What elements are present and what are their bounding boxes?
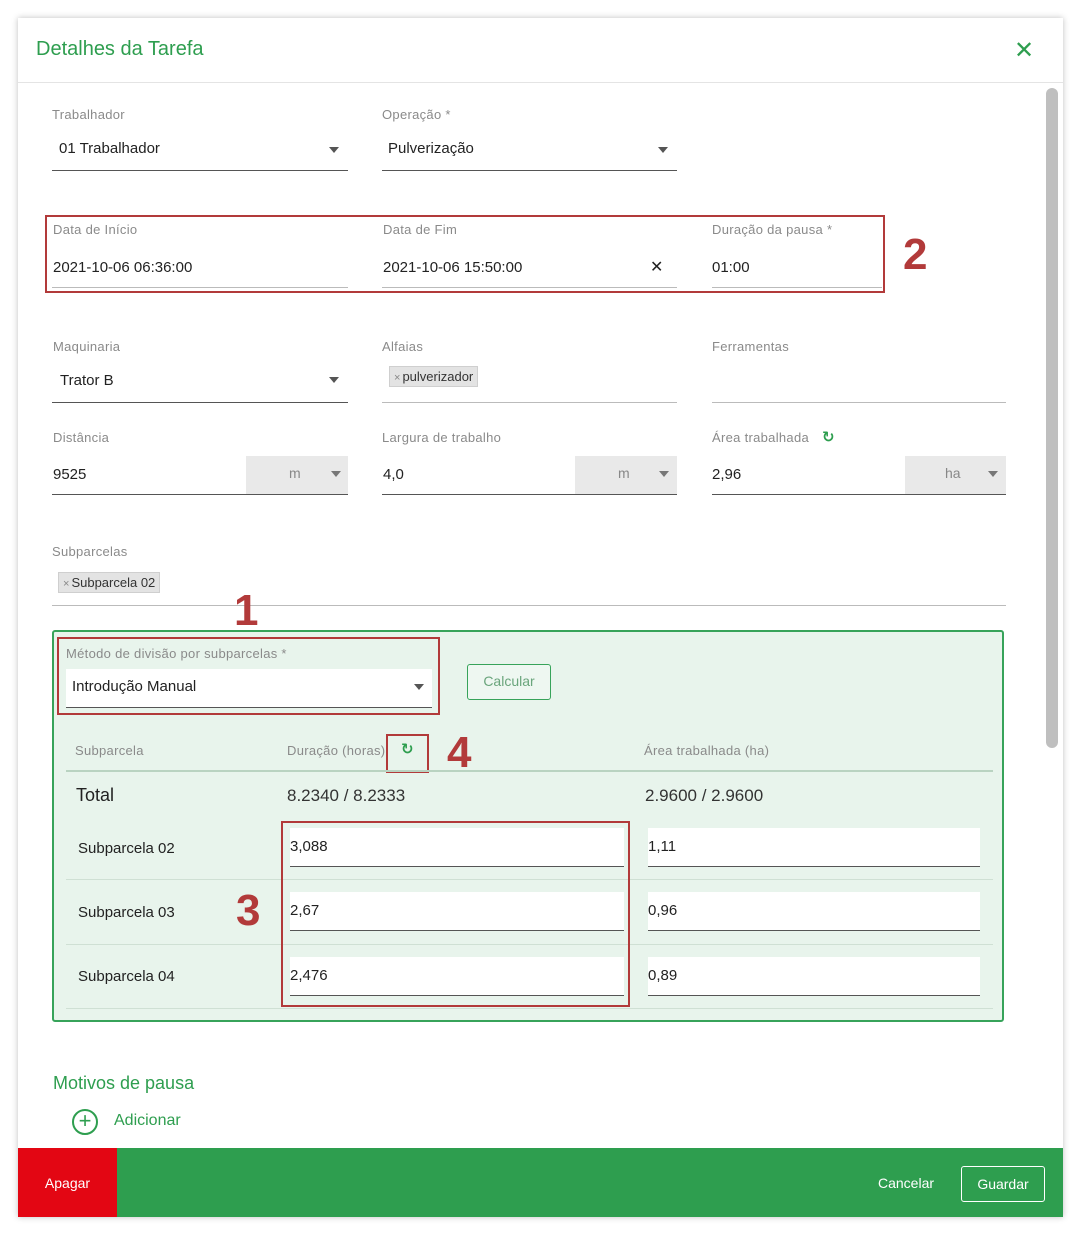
column-header-duration: Duração (horas) (287, 743, 386, 758)
dialog-footer: Apagar Cancelar Guardar (18, 1148, 1063, 1217)
machinery-value: Trator B (60, 372, 114, 389)
column-header-subplot: Subparcela (75, 743, 144, 758)
refresh-area-icon[interactable]: ↻ (822, 428, 835, 446)
subplot-chip[interactable]: × Subparcela 02 (58, 572, 161, 593)
pause-duration-label: Duração da pausa * (712, 222, 833, 237)
cancel-button[interactable]: Cancelar (878, 1175, 934, 1191)
start-date-input[interactable]: 2021-10-06 06:36:00 (53, 259, 192, 276)
work-width-input[interactable]: 4,0 (383, 466, 404, 483)
annotation-number-2: 2 (903, 230, 928, 279)
annotation-box-3 (281, 821, 630, 1007)
table-header-divider (66, 770, 993, 772)
start-date-underline (52, 287, 348, 288)
annotation-number-1: 1 (234, 586, 259, 635)
annotation-number-3: 3 (236, 886, 261, 935)
distance-unit-select[interactable]: m (246, 456, 348, 495)
delete-button[interactable]: Apagar (18, 1148, 117, 1217)
close-icon[interactable]: ✕ (1014, 36, 1034, 65)
end-date-underline (382, 287, 677, 288)
column-header-area: Área trabalhada (ha) (644, 743, 770, 758)
work-width-unit: m (618, 465, 630, 481)
remove-chip-icon[interactable]: × (63, 578, 69, 590)
division-method-label: Método de divisão por subparcelas * (66, 646, 287, 661)
worker-label: Trabalhador (52, 107, 125, 122)
start-date-label: Data de Início (53, 222, 138, 237)
dialog-title: Detalhes da Tarefa (36, 38, 204, 60)
work-width-underline (382, 494, 575, 495)
save-button[interactable]: Guardar (961, 1166, 1045, 1202)
subplot-row-name: Subparcela 03 (78, 904, 175, 921)
work-width-unit-select[interactable]: m (575, 456, 677, 495)
operation-value: Pulverização (388, 140, 474, 157)
subplot-row-name: Subparcela 02 (78, 840, 175, 857)
implement-chip[interactable]: × pulverizador (389, 366, 479, 387)
worked-area-unit-dropdown-icon[interactable] (988, 471, 998, 477)
subplot-area-input[interactable]: 1,11 (648, 828, 980, 867)
work-width-label: Largura de trabalho (382, 430, 502, 445)
total-duration: 8.2340 / 8.2333 (287, 786, 406, 805)
operation-select[interactable] (382, 170, 677, 171)
total-label: Total (76, 785, 115, 805)
implements-label: Alfaias (382, 339, 424, 354)
pause-duration-underline (712, 287, 882, 288)
worked-area-unit-select[interactable]: ha (905, 456, 1006, 495)
implements-underline (382, 402, 677, 403)
annotation-box-4 (386, 734, 429, 773)
subplots-label: Subparcelas (52, 544, 128, 559)
tools-input[interactable] (712, 402, 1006, 403)
subplot-area-value: 0,89 (648, 967, 678, 984)
worker-value: 01 Trabalhador (59, 140, 160, 157)
add-pause-reason-icon[interactable]: + (72, 1109, 98, 1135)
scrollbar[interactable] (1046, 88, 1058, 748)
dialog-header: Detalhes da Tarefa ✕ (18, 18, 1063, 83)
clear-end-date-icon[interactable]: ✕ (650, 257, 663, 277)
division-method-select[interactable]: Introdução Manual (66, 669, 432, 708)
worked-area-input[interactable]: 2,96 (712, 466, 741, 483)
worker-dropdown-icon[interactable] (329, 147, 339, 153)
machinery-dropdown-icon[interactable] (329, 377, 339, 383)
subplot-area-value: 1,11 (648, 838, 677, 855)
machinery-label: Maquinaria (53, 339, 121, 354)
task-details-dialog: Detalhes da Tarefa ✕ Trabalhador 01 Trab… (18, 18, 1063, 1217)
subplot-area-input[interactable]: 0,96 (648, 892, 980, 931)
subplot-row-name: Subparcela 04 (78, 968, 175, 985)
annotation-number-4: 4 (447, 728, 472, 777)
total-area: 2.9600 / 2.9600 (645, 786, 764, 805)
add-pause-reason-button[interactable]: Adicionar (114, 1112, 181, 1130)
row-divider (66, 1008, 993, 1009)
subplots-underline (52, 605, 1006, 606)
work-width-unit-dropdown-icon[interactable] (659, 471, 669, 477)
worked-area-unit: ha (945, 465, 961, 481)
distance-label: Distância (53, 430, 110, 445)
operation-label: Operação * (382, 107, 451, 122)
end-date-input[interactable]: 2021-10-06 15:50:00 (383, 259, 522, 276)
subplot-chip-label: Subparcela 02 (71, 575, 156, 590)
distance-input[interactable]: 9525 (53, 466, 86, 483)
implement-chip-label: pulverizador (402, 369, 474, 384)
worker-select[interactable] (52, 170, 348, 171)
pause-reasons-title: Motivos de pausa (53, 1073, 195, 1093)
calculate-button[interactable]: Calcular (467, 664, 551, 700)
distance-unit-dropdown-icon[interactable] (331, 471, 341, 477)
worked-area-label: Área trabalhada (712, 430, 810, 445)
subplot-area-value: 0,96 (648, 902, 678, 919)
end-date-label: Data de Fim (383, 222, 458, 237)
subplot-area-input[interactable]: 0,89 (648, 957, 980, 996)
remove-chip-icon[interactable]: × (394, 372, 400, 384)
distance-underline (52, 494, 246, 495)
distance-unit: m (289, 465, 301, 481)
machinery-select[interactable] (52, 402, 348, 403)
tools-label: Ferramentas (712, 339, 789, 354)
division-method-dropdown-icon[interactable] (414, 684, 424, 690)
worked-area-underline (712, 494, 905, 495)
pause-duration-input[interactable]: 01:00 (712, 259, 750, 276)
operation-dropdown-icon[interactable] (658, 147, 668, 153)
division-method-value: Introdução Manual (72, 678, 197, 695)
